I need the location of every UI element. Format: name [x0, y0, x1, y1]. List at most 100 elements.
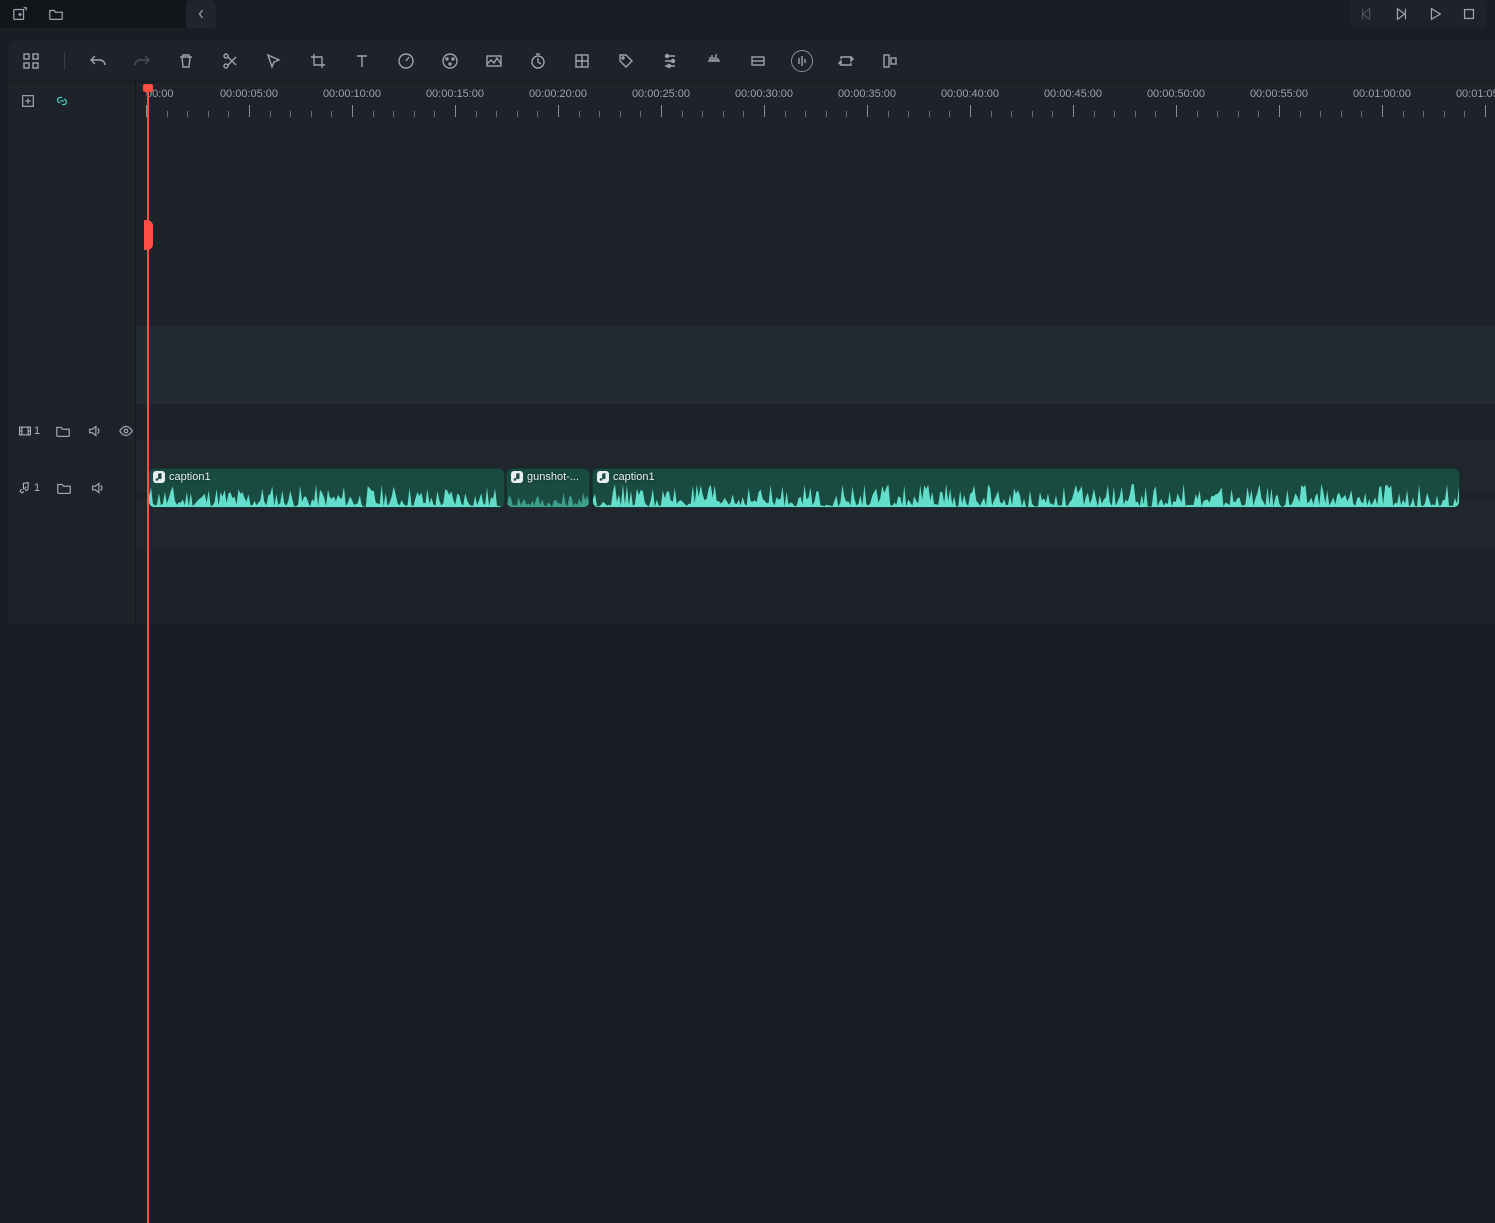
delete-icon[interactable] [175, 50, 197, 72]
ruler-tick-major [249, 105, 250, 117]
select-tool-icon[interactable] [263, 50, 285, 72]
ruler-tick-major [1485, 105, 1486, 117]
ruler-tick-minor [434, 111, 435, 117]
separator [64, 52, 65, 70]
ruler-label: 00:01:05:00 [1456, 88, 1495, 100]
ruler-tick-major [1176, 105, 1177, 117]
ruler-tick-minor [1464, 111, 1465, 117]
color-icon[interactable] [439, 50, 461, 72]
ruler-tick-major [1073, 105, 1074, 117]
ruler-tick-minor [599, 111, 600, 117]
ruler-tick-minor [1423, 111, 1424, 117]
ruler-tick-minor [929, 111, 930, 117]
ruler-tick-minor [743, 111, 744, 117]
speed-icon[interactable] [395, 50, 417, 72]
timeline: 1 1 00:0000:00:05:0000:00:10:0000:00:15:… [8, 81, 1495, 623]
ruler-tick-minor [1341, 111, 1342, 117]
play-next-frame-icon[interactable] [1391, 4, 1411, 24]
ruler-tick-minor [1094, 111, 1095, 117]
step-back-icon[interactable] [1357, 4, 1377, 24]
redo-icon[interactable] [131, 50, 153, 72]
split-icon[interactable] [219, 50, 241, 72]
folder-icon[interactable] [54, 421, 72, 441]
volume-icon[interactable] [86, 421, 104, 441]
link-icon[interactable] [52, 91, 72, 111]
ruler-tick-minor [496, 111, 497, 117]
folder-icon[interactable] [46, 4, 66, 24]
aspect-icon[interactable] [879, 50, 901, 72]
ruler-tick-minor [1258, 111, 1259, 117]
add-media-icon[interactable] [10, 4, 30, 24]
ruler-label: 00:00:05:00 [220, 88, 278, 100]
ruler-label: 00:00:35:00 [838, 88, 896, 100]
image-overlay-icon[interactable] [483, 50, 505, 72]
ruler-label: 00:00:15:00 [426, 88, 484, 100]
clip-label: gunshot-... [527, 471, 579, 483]
ruler-tick-minor [1052, 111, 1053, 117]
audio-clip[interactable]: caption1 [592, 468, 1460, 508]
playhead-handle[interactable] [144, 220, 153, 250]
audio-clip[interactable]: caption1 [148, 468, 505, 508]
audio-clip[interactable]: gunshot-... [506, 468, 590, 508]
playhead[interactable] [147, 86, 149, 1223]
ruler-tick-major [455, 105, 456, 117]
ruler-tick-minor [476, 111, 477, 117]
add-track-icon[interactable] [18, 91, 38, 111]
ruler-tick-minor [187, 111, 188, 117]
ruler-tick-minor [1197, 111, 1198, 117]
crop-icon[interactable] [307, 50, 329, 72]
ruler-label: 00:00:25:00 [632, 88, 690, 100]
ruler-tick-minor [208, 111, 209, 117]
ruler-tick-major [352, 105, 353, 117]
volume-icon[interactable] [88, 478, 108, 498]
collapse-left-icon[interactable] [186, 0, 216, 28]
duration-icon[interactable] [527, 50, 549, 72]
video-track-header[interactable]: 1 [8, 409, 135, 453]
ruler-tick-minor [537, 111, 538, 117]
clip-label: caption1 [613, 471, 655, 483]
edit-toolbar [8, 41, 1495, 81]
tracks-area[interactable]: caption1 gunshot-... caption1 [136, 120, 1495, 623]
voice-icon[interactable] [703, 50, 725, 72]
timeline-gutter: 1 1 [8, 82, 136, 623]
ruler-tick-minor [991, 111, 992, 117]
layout-tool-icon[interactable] [747, 50, 769, 72]
ruler-tick-minor [167, 111, 168, 117]
ruler-tick-minor [1300, 111, 1301, 117]
folder-icon[interactable] [54, 478, 74, 498]
ruler-tick-minor [640, 111, 641, 117]
loop-icon[interactable] [835, 50, 857, 72]
adjust-icon[interactable] [659, 50, 681, 72]
ruler-tick-minor [1361, 111, 1362, 117]
time-ruler[interactable]: 00:0000:00:05:0000:00:10:0000:00:15:0000… [136, 82, 1495, 120]
ruler-tick-major [764, 105, 765, 117]
ruler-tick-minor [414, 111, 415, 117]
ruler-tick-minor [826, 111, 827, 117]
ruler-label: 00:00:50:00 [1147, 88, 1205, 100]
tag-icon[interactable] [615, 50, 637, 72]
audio-track-header[interactable]: 1 [8, 466, 135, 510]
ruler-tick-major [661, 105, 662, 117]
ruler-tick-minor [1032, 111, 1033, 117]
clip-header: gunshot-... [511, 471, 579, 483]
ruler-tick-minor [888, 111, 889, 117]
music-note-icon [153, 471, 165, 483]
waveform [593, 481, 1459, 507]
ruler-tick-minor [373, 111, 374, 117]
undo-icon[interactable] [87, 50, 109, 72]
ruler-tick-major [1279, 105, 1280, 117]
text-tool-icon[interactable] [351, 50, 373, 72]
keyframe-icon[interactable] [571, 50, 593, 72]
track-row-bg [136, 326, 1495, 404]
visibility-icon[interactable] [117, 421, 135, 441]
play-icon[interactable] [1425, 4, 1445, 24]
top-bar [0, 0, 1495, 28]
grid-view-icon[interactable] [20, 50, 42, 72]
video-track-number: 1 [34, 425, 40, 437]
stop-icon[interactable] [1459, 4, 1479, 24]
audio-sync-icon[interactable] [791, 50, 813, 72]
ruler-tick-minor [723, 111, 724, 117]
ruler-tick-minor [1238, 111, 1239, 117]
music-note-icon [597, 471, 609, 483]
ruler-tick-minor [311, 111, 312, 117]
